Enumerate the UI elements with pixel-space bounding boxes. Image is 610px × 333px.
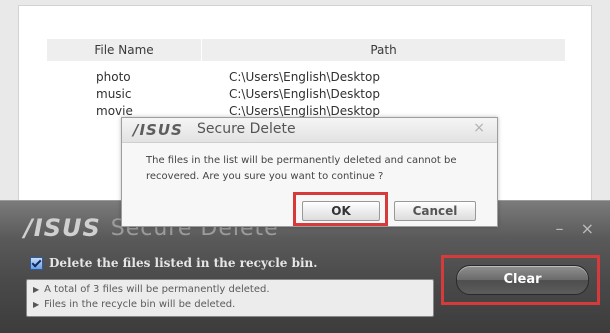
- info-panel: ▶ A total of 3 files will be permanently …: [26, 279, 434, 317]
- file-name-cell: music: [96, 87, 132, 101]
- delete-recycle-bin-option[interactable]: Delete the files listed in the recycle b…: [30, 255, 317, 271]
- confirm-dialog: /ISUS Secure Delete × The files in the l…: [121, 117, 498, 227]
- info-line: ▶ Files in the recycle bin will be delete…: [33, 299, 235, 310]
- checkbox-checked-icon[interactable]: [30, 256, 43, 270]
- dialog-title-bar[interactable]: /ISUS Secure Delete ×: [122, 118, 497, 143]
- info-text: A total of 3 files will be permanently d…: [44, 284, 270, 295]
- file-path-cell: C:\Users\English\Desktop: [229, 87, 380, 101]
- file-path-cell: C:\Users\English\Desktop: [229, 70, 380, 84]
- cancel-button[interactable]: Cancel: [394, 201, 476, 221]
- minimize-icon[interactable]: –: [556, 219, 564, 238]
- file-path-cell: C:\Users\English\Desktop: [229, 104, 380, 118]
- checkbox-label: Delete the files listed in the recycle b…: [49, 256, 318, 270]
- asus-logo: /ISUS: [133, 121, 183, 139]
- dialog-message: The files in the list will be permanentl…: [146, 155, 457, 182]
- window-controls: – ×: [544, 219, 595, 238]
- close-icon[interactable]: ×: [473, 120, 485, 136]
- info-text: Files in the recycle bin will be deleted…: [44, 299, 236, 310]
- bullet-triangle-icon: ▶: [33, 285, 40, 294]
- dialog-title: Secure Delete: [197, 121, 296, 137]
- table-row[interactable]: music C:\Users\English\Desktop: [47, 87, 565, 104]
- ok-button[interactable]: OK: [302, 201, 380, 221]
- file-name-cell: movie: [96, 104, 133, 118]
- file-name-cell: photo: [96, 70, 131, 84]
- close-icon[interactable]: ×: [581, 219, 594, 238]
- column-header-path[interactable]: Path: [202, 39, 565, 61]
- file-list-header: File Name Path: [47, 39, 565, 61]
- info-line: ▶ A total of 3 files will be permanently …: [33, 284, 270, 295]
- column-header-file-name[interactable]: File Name: [47, 39, 201, 61]
- table-row[interactable]: photo C:\Users\English\Desktop: [47, 70, 565, 87]
- clear-button[interactable]: Clear: [456, 265, 589, 295]
- bullet-triangle-icon: ▶: [33, 300, 40, 309]
- asus-logo: /ISUS: [24, 214, 101, 242]
